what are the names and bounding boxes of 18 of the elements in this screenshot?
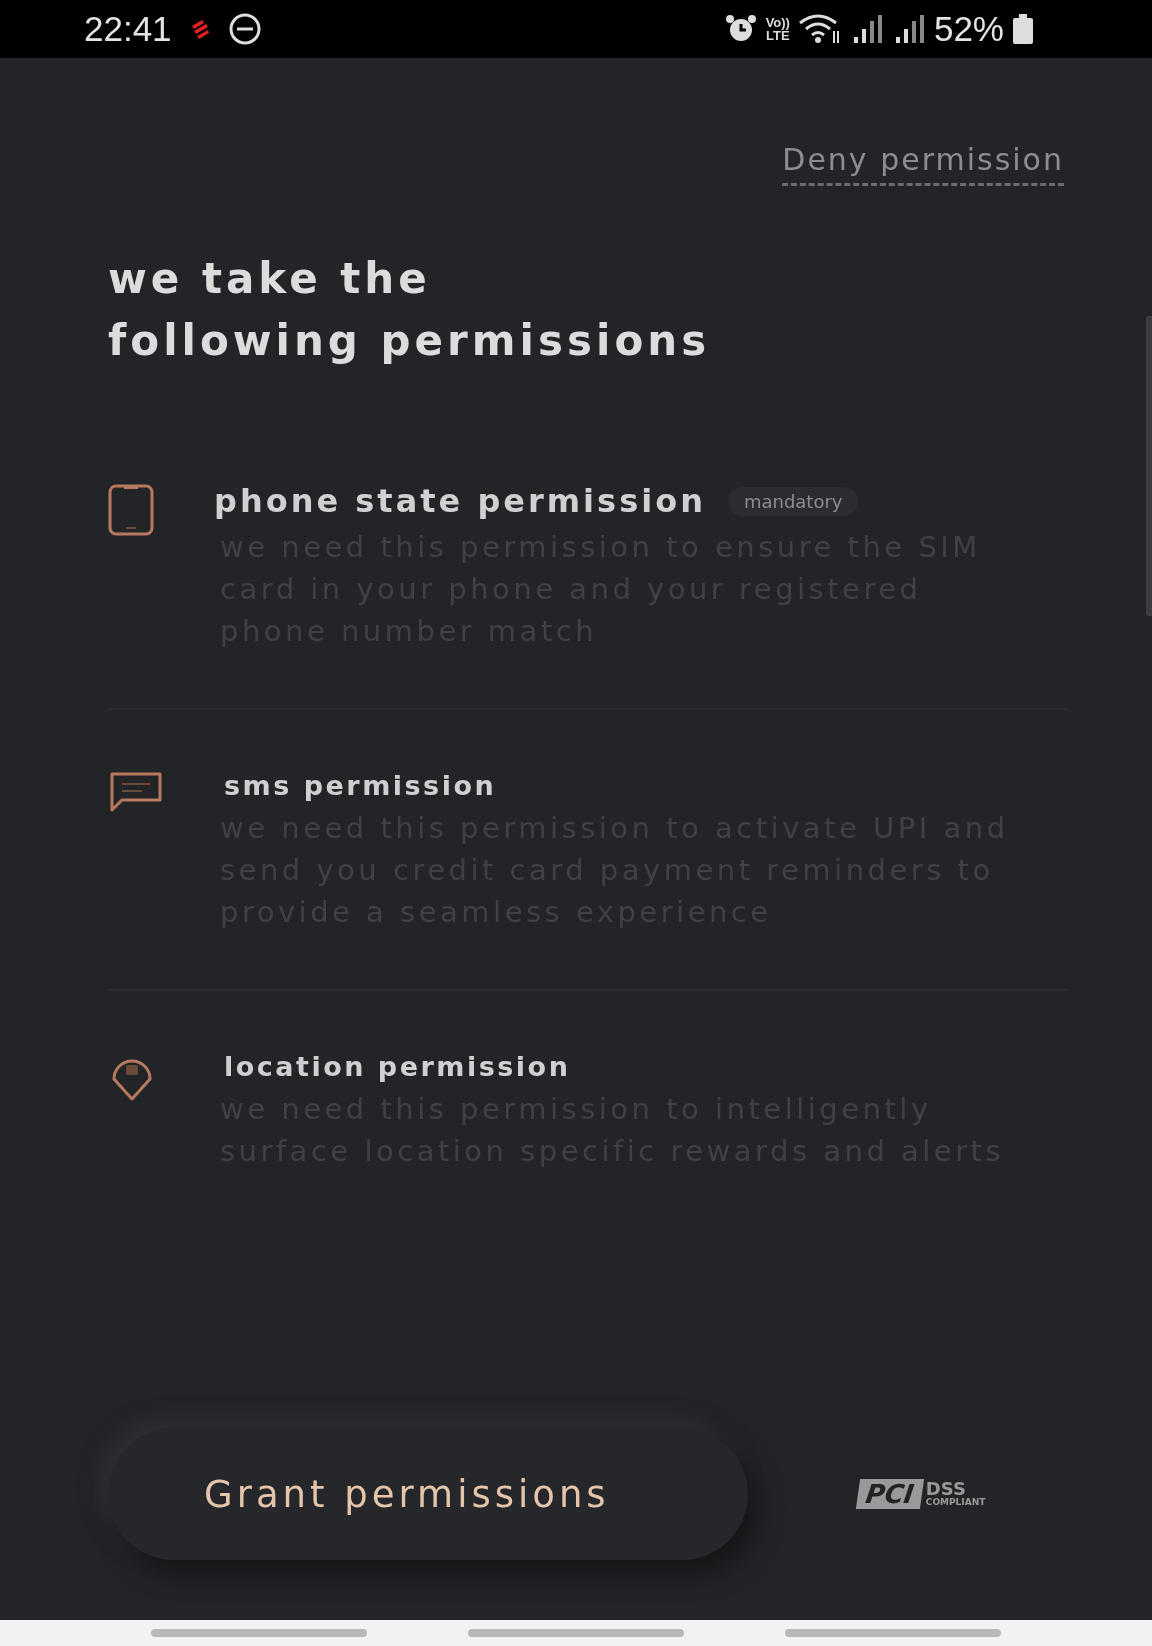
permission-title: sms permission [224,770,497,801]
nav-handle[interactable] [785,1629,1002,1637]
permission-title: phone state permission [214,482,706,520]
network-indicator: Vo)) LTE [765,16,790,42]
battery-icon [1012,14,1034,44]
wifi-icon [797,13,842,45]
do-not-disturb-icon [227,12,262,46]
message-icon [108,772,164,812]
phone-icon [108,484,154,536]
nav-handle[interactable] [468,1629,684,1637]
page-heading: we take the following permissions [108,253,712,367]
battery-percentage: 52% [933,9,1004,49]
nav-handle[interactable] [150,1629,367,1637]
mandatory-badge: mandatory [727,486,859,516]
deny-permission-link[interactable]: Deny permission [782,142,1064,186]
permission-title: location permission [224,1051,571,1082]
status-time: 22:41 [84,9,172,49]
grant-permissions-button[interactable]: Grant permissions [108,1428,748,1560]
